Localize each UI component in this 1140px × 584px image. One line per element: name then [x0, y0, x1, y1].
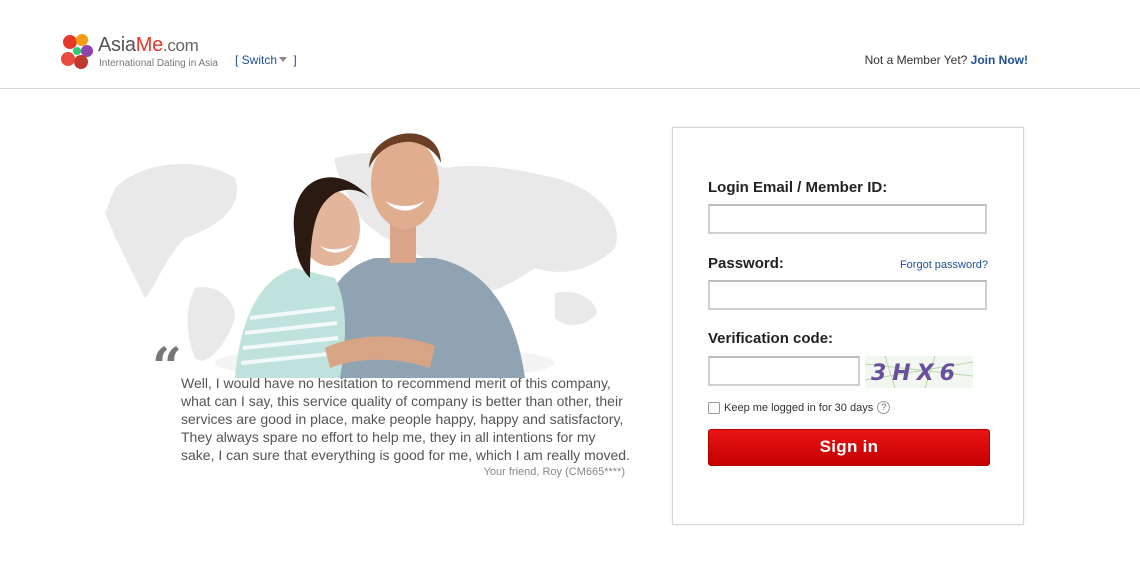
testimonial-author: Your friend, Roy (CM665****): [483, 466, 625, 478]
email-input[interactable]: [710, 206, 985, 232]
chevron-down-icon: [279, 57, 288, 63]
keep-logged-in[interactable]: Keep me logged in for 30 days ?: [708, 401, 891, 414]
email-field-wrapper: [708, 204, 987, 234]
logo-tagline: International Dating in Asia: [99, 58, 218, 69]
captcha-text: 3HX6: [871, 361, 961, 386]
verification-label: Verification code:: [708, 330, 834, 347]
site-header: AsiaMe.com International Dating in Asia …: [0, 0, 1140, 89]
member-prompt: Not a Member Yet? Join Now!: [864, 53, 1028, 67]
verification-input[interactable]: [710, 358, 858, 384]
site-logo[interactable]: AsiaMe.com International Dating in Asia: [60, 32, 220, 74]
switch-language-button[interactable]: [ Switch ]: [235, 53, 297, 67]
testimonial-text: Well, I would have no hesitation to reco…: [181, 375, 630, 463]
password-field-wrapper: [708, 280, 987, 310]
logo-flower-icon: [61, 34, 93, 69]
forgot-password-link[interactable]: Forgot password?: [900, 259, 988, 271]
password-input[interactable]: [710, 282, 985, 308]
keep-logged-in-label: Keep me logged in for 30 days: [724, 401, 874, 414]
captcha-image[interactable]: 3HX6: [865, 356, 973, 388]
email-label: Login Email / Member ID:: [708, 179, 888, 196]
quote-mark: “: [152, 337, 182, 398]
help-icon[interactable]: ?: [877, 401, 891, 414]
login-panel: Login Email / Member ID: Password: Forgo…: [672, 127, 1024, 525]
sign-in-button[interactable]: Sign in: [708, 429, 990, 466]
join-now-link[interactable]: Join Now!: [971, 53, 1028, 67]
logo-wordmark: AsiaMe.com: [98, 34, 199, 56]
password-label: Password:: [708, 255, 784, 272]
verification-field-wrapper: [708, 356, 860, 386]
keep-logged-in-checkbox[interactable]: [708, 401, 720, 414]
